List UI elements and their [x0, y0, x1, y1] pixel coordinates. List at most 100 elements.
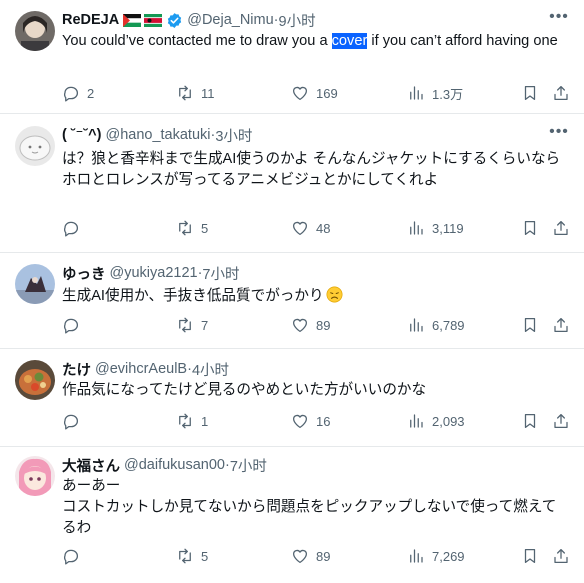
tweet-1[interactable]: ReDEJA @Deja_Nimu · 9小时 ••• You could’ve… [0, 0, 584, 114]
avatar[interactable] [15, 360, 55, 400]
tweet-3[interactable]: ゆっき @yukiya2121 · 7小时 生成AI使用か、手抜き低品質でがっか… [0, 253, 584, 349]
views-icon [410, 414, 423, 428]
timestamp[interactable]: 7小时 [202, 263, 239, 284]
tweet-header: ( ˘⁻˘^) @hano_takatuki · 3小时 [62, 125, 252, 145]
avatar[interactable] [15, 126, 55, 166]
action-bar: 5 89 7,269 [62, 544, 572, 568]
repost-button[interactable]: 1 [176, 409, 208, 433]
tweet-text: は？狼と香辛料まで生成AI使うのかよ そんなんジャケットにするくらいならホロとロ… [62, 151, 561, 188]
reply-button[interactable] [62, 216, 87, 240]
timestamp[interactable]: 4小时 [192, 359, 229, 380]
tweet-text: 生成AI使用か、手抜き低品質でがっかり [62, 286, 577, 307]
like-icon [292, 221, 308, 236]
views-button[interactable]: 7,269 [407, 544, 465, 568]
repost-button[interactable]: 5 [176, 544, 208, 568]
view-count: 1.3万 [432, 86, 464, 102]
share-button[interactable] [552, 544, 570, 568]
tweet-5[interactable]: 大福さん @daifukusan00 · 7小时 あーあー コストカットしか見て… [0, 447, 584, 583]
reply-button[interactable] [62, 544, 87, 568]
views-button[interactable]: 1.3万 [407, 81, 463, 105]
view-count: 6,789 [432, 317, 465, 333]
avatar[interactable] [15, 11, 55, 51]
reply-button[interactable] [62, 409, 87, 433]
repost-icon [179, 413, 191, 429]
repost-count: 5 [201, 220, 209, 236]
handle[interactable]: @daifukusan00 [124, 457, 225, 473]
bookmark-icon [524, 317, 536, 333]
reply-icon [64, 221, 79, 237]
like-count: 16 [316, 413, 331, 429]
reply-icon [64, 549, 79, 565]
repost-icon [179, 548, 191, 564]
reply-count: 2 [87, 85, 95, 101]
disappointed-face-icon [326, 286, 343, 303]
action-bar: 5 48 3,119 [62, 216, 572, 240]
display-name[interactable]: ReDEJA [62, 12, 119, 28]
selected-text: cover [331, 33, 368, 49]
views-button[interactable]: 2,093 [407, 409, 465, 433]
handle[interactable]: @hano_takatuki [105, 127, 210, 143]
tweet-text-line: あーあー [62, 478, 121, 494]
views-icon [410, 549, 423, 563]
timestamp[interactable]: 3小时 [215, 125, 252, 146]
tweet-text-part: You could’ve contacted me to draw you a [62, 33, 332, 49]
handle[interactable]: @yukiya2121 [110, 265, 198, 281]
display-name[interactable]: 大福さん [62, 455, 120, 476]
like-count: 48 [316, 220, 331, 236]
display-name[interactable]: ( ˘⁻˘^) [62, 127, 101, 143]
share-button[interactable] [552, 81, 570, 105]
views-icon [410, 221, 423, 235]
reply-button[interactable]: 2 [62, 81, 94, 105]
handle[interactable]: @Deja_Nimu [187, 12, 273, 28]
tweet-header: ReDEJA @Deja_Nimu · 9小时 [62, 10, 316, 30]
repost-button[interactable]: 7 [176, 313, 208, 337]
repost-button[interactable]: 5 [176, 216, 208, 240]
handle[interactable]: @evihcrAeulB [95, 361, 187, 377]
flag-icon [144, 13, 163, 27]
view-count: 3,119 [432, 220, 464, 236]
action-bar: 2 11 169 1.3万 [62, 81, 572, 105]
repost-count: 5 [201, 548, 209, 564]
bookmark-icon [524, 220, 536, 236]
like-button[interactable]: 48 [291, 216, 330, 240]
tweet-4[interactable]: たけ @evihcrAeulB · 4小时 作品気になってたけど見るのやめといた… [0, 349, 584, 447]
view-count: 7,269 [432, 548, 465, 564]
share-button[interactable] [552, 409, 570, 433]
display-name[interactable]: ゆっき [62, 263, 106, 284]
more-icon[interactable]: ••• [548, 124, 570, 145]
like-button[interactable]: 89 [291, 544, 330, 568]
tweet-text-part: 生成AI使用か、手抜き低品質でがっかり [62, 288, 324, 304]
avatar[interactable] [15, 264, 55, 304]
repost-button[interactable]: 11 [176, 81, 215, 105]
tweet-text: You could’ve contacted me to draw you a … [62, 31, 577, 52]
reply-icon [64, 86, 79, 102]
views-button[interactable]: 6,789 [407, 313, 465, 337]
bookmark-button[interactable] [521, 544, 539, 568]
bookmark-button[interactable] [521, 81, 539, 105]
like-button[interactable]: 16 [291, 409, 330, 433]
repost-icon [179, 317, 191, 333]
like-icon [292, 318, 308, 333]
share-button[interactable] [552, 216, 570, 240]
bookmark-button[interactable] [521, 409, 539, 433]
bookmark-button[interactable] [521, 313, 539, 337]
display-name[interactable]: たけ [62, 359, 91, 380]
timestamp[interactable]: 9小时 [279, 10, 316, 31]
bookmark-button[interactable] [521, 216, 539, 240]
views-button[interactable]: 3,119 [407, 216, 464, 240]
tweet-2[interactable]: ( ˘⁻˘^) @hano_takatuki · 3小时 ••• は？狼と香辛料… [0, 114, 584, 253]
repost-count: 7 [201, 317, 209, 333]
share-button[interactable] [552, 313, 570, 337]
like-button[interactable]: 169 [291, 81, 338, 105]
tweet-header: たけ @evihcrAeulB · 4小时 [62, 359, 229, 379]
reply-button[interactable] [62, 313, 87, 337]
like-count: 169 [316, 85, 338, 101]
tweet-text-line: コストカットしか見てないから問題点をピックアップしないで使って燃えてるわ [62, 499, 557, 536]
avatar[interactable] [15, 456, 55, 496]
tweet-text: 作品気になってたけど見るのやめといた方がいいのかな [62, 382, 427, 398]
more-icon[interactable]: ••• [548, 9, 570, 30]
share-icon [554, 317, 568, 333]
like-button[interactable]: 89 [291, 313, 330, 337]
timestamp[interactable]: 7小时 [230, 455, 267, 476]
share-icon [554, 85, 568, 101]
